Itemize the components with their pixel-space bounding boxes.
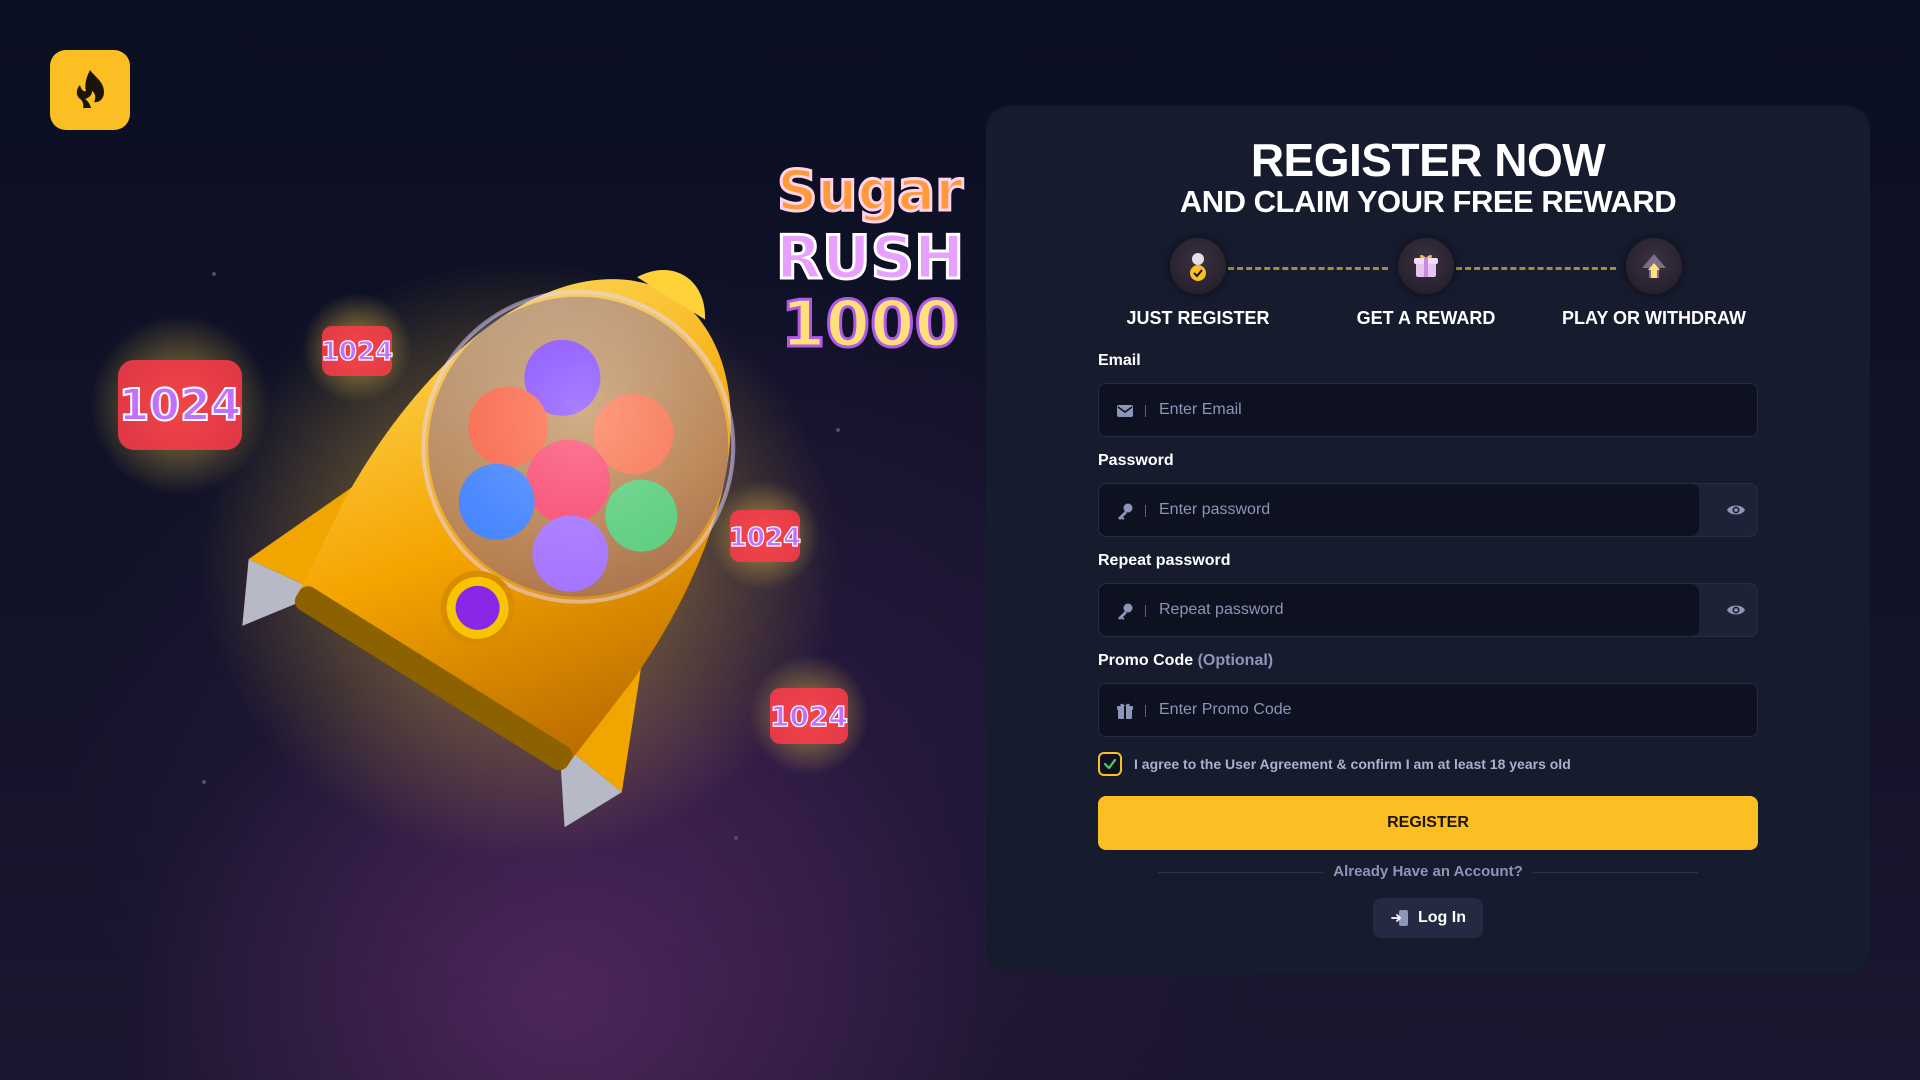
svg-text:RUSH: RUSH xyxy=(776,223,964,293)
register-panel: REGISTER NOW AND CLAIM YOUR FREE REWARD … xyxy=(986,106,1870,974)
steps-progress: JUST REGISTER GET A REWARD PLAY OR WITHD… xyxy=(1098,238,1758,328)
repeat-password-label: Repeat password xyxy=(1098,552,1231,569)
promo-code-label-text: Promo Code xyxy=(1098,652,1194,669)
arrow-up-icon xyxy=(1626,238,1682,294)
badge-1024-small-3: 1024 xyxy=(749,655,869,775)
password-label: Password xyxy=(1098,452,1174,469)
user-check-icon xyxy=(1170,238,1226,294)
login-icon xyxy=(1391,910,1408,926)
gift-icon xyxy=(1117,703,1133,719)
svg-text:1024: 1024 xyxy=(119,380,241,431)
checkmark-icon xyxy=(1103,758,1117,770)
step-play-withdraw: PLAY OR WITHDRAW xyxy=(1554,238,1754,329)
key-icon xyxy=(1118,603,1133,620)
svg-text:1000: 1000 xyxy=(781,288,959,362)
page-title: REGISTER NOW xyxy=(1250,134,1606,186)
badge-1024-small-1: 1024 xyxy=(302,293,412,403)
register-button[interactable]: REGISTER xyxy=(1098,796,1758,850)
step-label: GET A REWARD xyxy=(1356,308,1496,328)
gift-icon xyxy=(1398,238,1454,294)
email-label: Email xyxy=(1098,352,1141,369)
step-label: PLAY OR WITHDRAW xyxy=(1561,308,1746,328)
login-button-label: Log In xyxy=(1418,909,1466,926)
page-subtitle: AND CLAIM YOUR FREE REWARD xyxy=(1179,184,1677,219)
repeat-password-field-wrapper xyxy=(1098,583,1758,637)
step-just-register: JUST REGISTER xyxy=(1098,238,1298,329)
svg-text:1024: 1024 xyxy=(770,700,848,733)
hero-illustration: 1024 1024 1024 1024 Sugar RUSH 1000 xyxy=(0,0,980,1080)
toggle-password-visibility-button[interactable] xyxy=(1725,499,1747,521)
email-field-wrapper xyxy=(1098,383,1758,437)
step-label: JUST REGISTER xyxy=(1126,308,1270,328)
svg-text:Sugar: Sugar xyxy=(777,159,963,224)
key-icon xyxy=(1118,503,1133,520)
promo-code-optional-tag: (Optional) xyxy=(1197,652,1274,669)
step-get-reward: GET A REWARD xyxy=(1326,238,1526,329)
agreement-checkbox[interactable] xyxy=(1098,752,1122,776)
toggle-repeat-password-visibility-button[interactable] xyxy=(1725,599,1747,621)
promo-code-label: Promo Code (Optional) xyxy=(1098,652,1273,670)
rocket-illustration: 1024 1024 1024 1024 Sugar RUSH 1000 xyxy=(90,158,966,860)
envelope-icon xyxy=(1117,405,1133,417)
password-input[interactable] xyxy=(1157,484,1689,536)
badge-1024-small-2: 1024 xyxy=(710,480,820,590)
repeat-password-input[interactable] xyxy=(1157,584,1689,636)
already-have-account-text: Already Have an Account? xyxy=(1323,863,1533,880)
svg-text:1024: 1024 xyxy=(321,337,393,367)
agreement-text: I agree to the User Agreement & confirm … xyxy=(1134,756,1571,772)
promo-code-input[interactable] xyxy=(1157,684,1747,736)
login-button[interactable]: Log In xyxy=(1373,898,1483,938)
eye-icon xyxy=(1727,505,1745,515)
already-have-account: Already Have an Account? xyxy=(986,863,1870,881)
game-title-logo: Sugar RUSH 1000 xyxy=(774,158,965,364)
badge-1024-large: 1024 xyxy=(90,315,270,495)
email-input[interactable] xyxy=(1157,384,1747,436)
svg-text:1024: 1024 xyxy=(729,523,801,553)
password-field-wrapper xyxy=(1098,483,1758,537)
promo-code-field-wrapper xyxy=(1098,683,1758,737)
agreement-row: I agree to the User Agreement & confirm … xyxy=(1098,752,1571,776)
eye-icon xyxy=(1727,605,1745,615)
